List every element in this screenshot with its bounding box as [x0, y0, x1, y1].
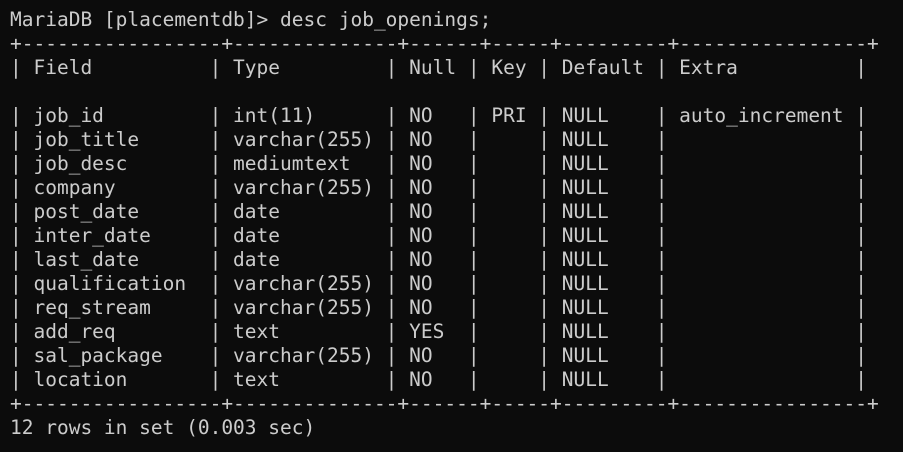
table-header-row: | Field | Type | Null | Key | Default | …: [10, 56, 868, 79]
terminal-window[interactable]: MariaDB [placementdb]> desc job_openings…: [0, 0, 903, 452]
table-row: | qualification | varchar(255) | NO | | …: [10, 272, 868, 295]
table-row: | job_title | varchar(255) | NO | | NULL…: [10, 128, 868, 151]
table-row: | sal_package | varchar(255) | NO | | NU…: [10, 344, 868, 367]
table-row: | company | varchar(255) | NO | | NULL |…: [10, 176, 868, 199]
table-bottom-border: +-----------------+--------------+------…: [10, 392, 879, 415]
table-row: | location | text | NO | | NULL | |: [10, 368, 868, 391]
table-row: | add_req | text | YES | | NULL | |: [10, 320, 868, 343]
table-header-gap: [10, 80, 903, 104]
command-text: desc job_openings;: [268, 8, 492, 31]
table-row: | job_id | int(11) | NO | PRI | NULL | a…: [10, 104, 868, 127]
command-line: MariaDB [placementdb]> desc job_openings…: [10, 8, 903, 32]
result-summary: 12 rows in set (0.003 sec): [10, 416, 316, 439]
table-row: | inter_date | date | NO | | NULL | |: [10, 224, 868, 247]
table-top-border: +-----------------+--------------+------…: [10, 32, 879, 55]
table-row: | job_desc | mediumtext | NO | | NULL | …: [10, 152, 868, 175]
prompt: MariaDB [placementdb]>: [10, 8, 269, 31]
table-row: | last_date | date | NO | | NULL | |: [10, 248, 868, 271]
table-row: | req_stream | varchar(255) | NO | | NUL…: [10, 296, 868, 319]
table-row: | post_date | date | NO | | NULL | |: [10, 200, 868, 223]
